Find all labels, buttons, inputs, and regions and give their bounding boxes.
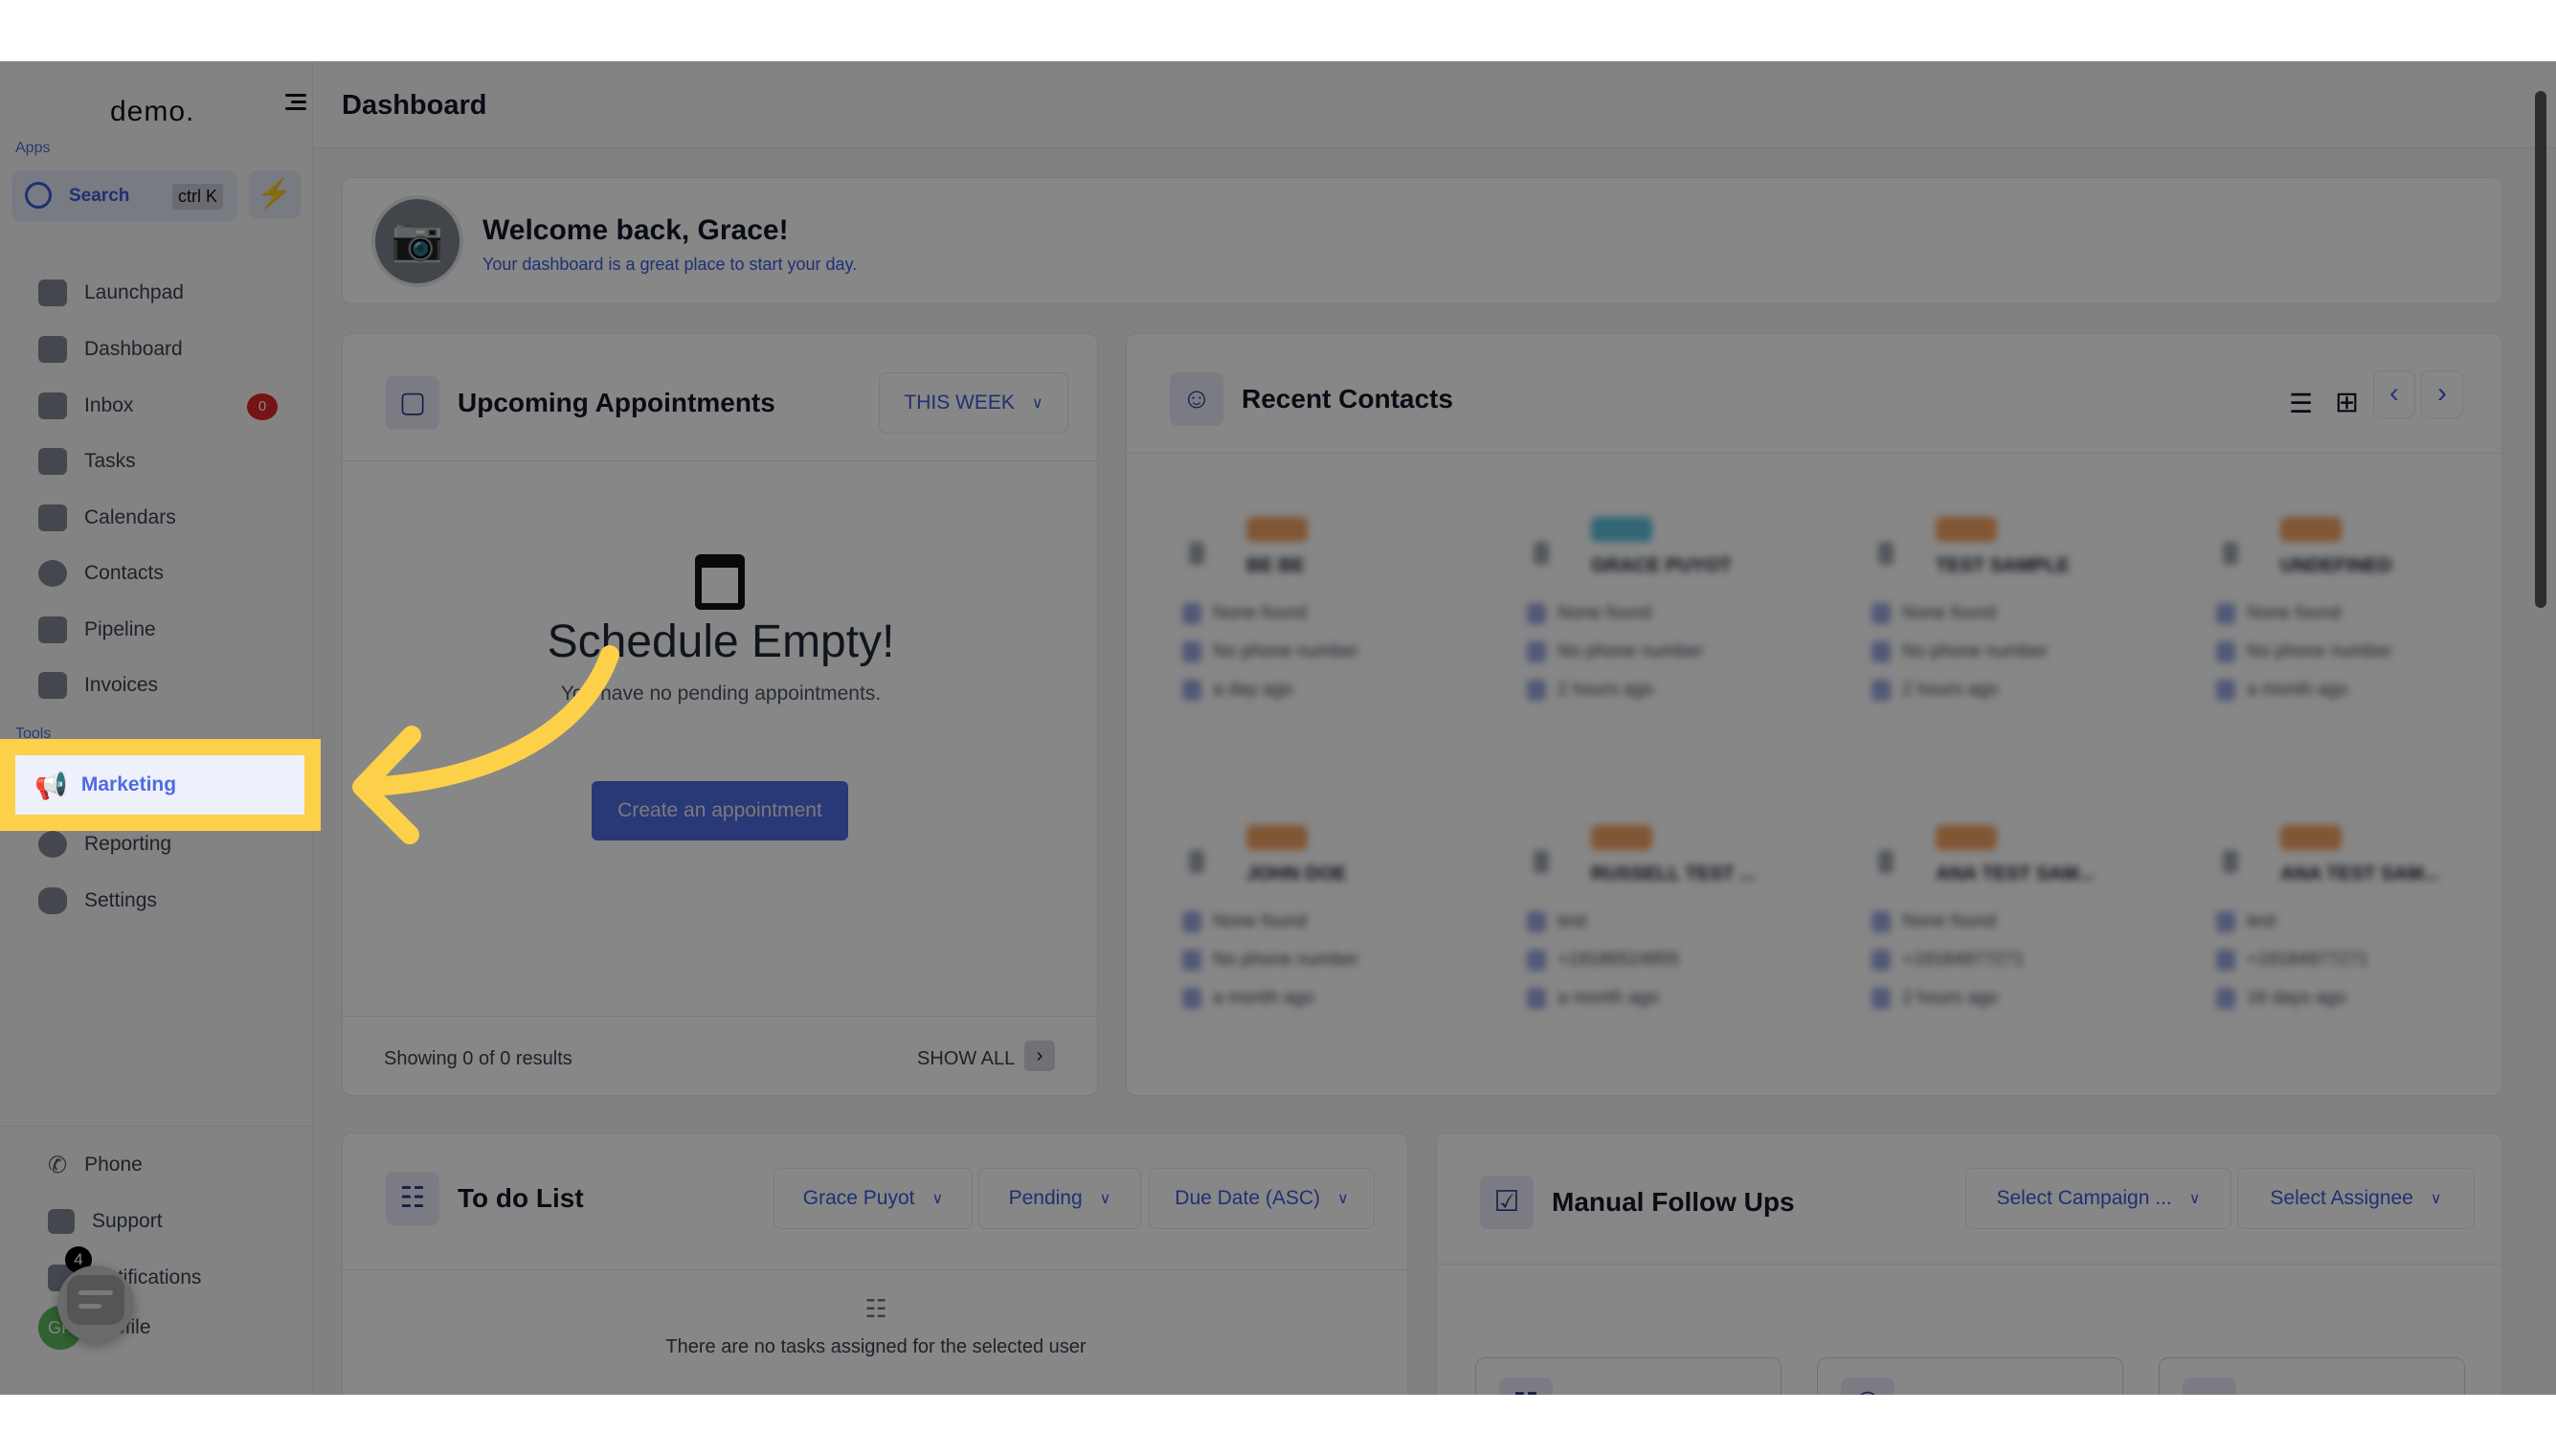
annotation-arrow [352, 645, 619, 844]
